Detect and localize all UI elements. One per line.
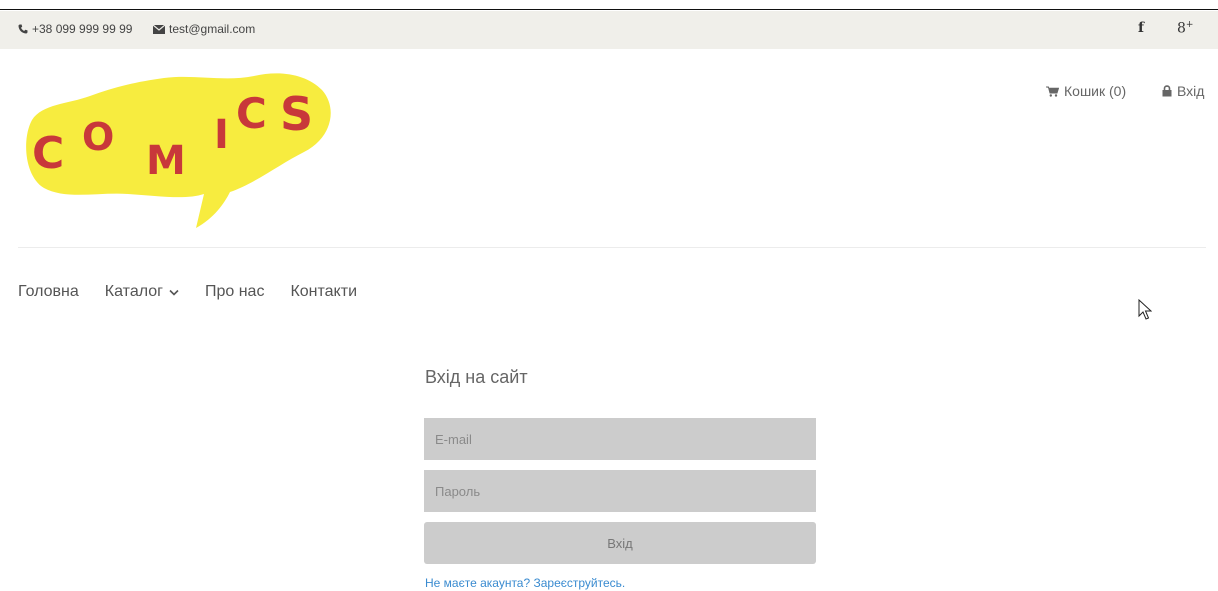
shopping-cart-icon (1046, 86, 1059, 97)
facebook-icon[interactable]: f (1138, 20, 1144, 36)
phone-number: +38 099 999 99 99 (32, 22, 133, 36)
register-link[interactable]: Не маєте акаунта? Зареєструйтесь. (425, 576, 625, 590)
top-bar: +38 099 999 99 99 test@gmail.com f 8+ (0, 11, 1218, 49)
cart-link[interactable]: Кошик (0) (1046, 83, 1126, 99)
main-nav: Головна Каталог Про нас Контакти (18, 283, 383, 301)
nav-item-contacts[interactable]: Контакти (290, 283, 357, 301)
nav-item-catalog[interactable]: Каталог (105, 283, 179, 301)
email-address: test@gmail.com (169, 22, 256, 36)
chevron-down-icon (169, 289, 179, 296)
logo-letter-c1: C (32, 128, 64, 179)
comics-logo[interactable]: C O M I C S (18, 68, 338, 230)
header-divider (18, 247, 1206, 248)
nav-item-label: Каталог (104, 283, 163, 300)
logo-letter-i: I (214, 112, 229, 158)
envelope-icon (153, 24, 165, 34)
login-title: Вхід на сайт (425, 367, 528, 387)
logo-letter-o: O (82, 115, 114, 159)
mouse-pointer-icon (1138, 299, 1152, 320)
login-link[interactable]: Вхід (1162, 83, 1204, 99)
nav-item-label: Головна (18, 283, 79, 300)
password-field[interactable] (424, 470, 816, 512)
login-label: Вхід (1177, 83, 1205, 99)
logo-letter-c2: C (236, 89, 267, 138)
logo-letter-m: M (146, 138, 186, 184)
lock-icon (1162, 85, 1172, 97)
phone-icon (18, 24, 28, 34)
nav-item-label: Контакти (290, 283, 357, 300)
phone-contact[interactable]: +38 099 999 99 99 (18, 22, 132, 36)
login-submit-button[interactable]: Вхід (424, 522, 816, 564)
cart-label: Кошик (0) (1064, 83, 1127, 99)
top-border (0, 0, 1218, 10)
nav-item-label: Про нас (204, 283, 265, 300)
googleplus-icon[interactable]: 8+ (1177, 20, 1193, 37)
nav-item-about[interactable]: Про нас (205, 283, 264, 301)
logo-letter-s: S (280, 87, 313, 141)
nav-item-home[interactable]: Головна (18, 283, 79, 301)
email-contact[interactable]: test@gmail.com (153, 22, 255, 36)
email-field[interactable] (424, 418, 816, 460)
